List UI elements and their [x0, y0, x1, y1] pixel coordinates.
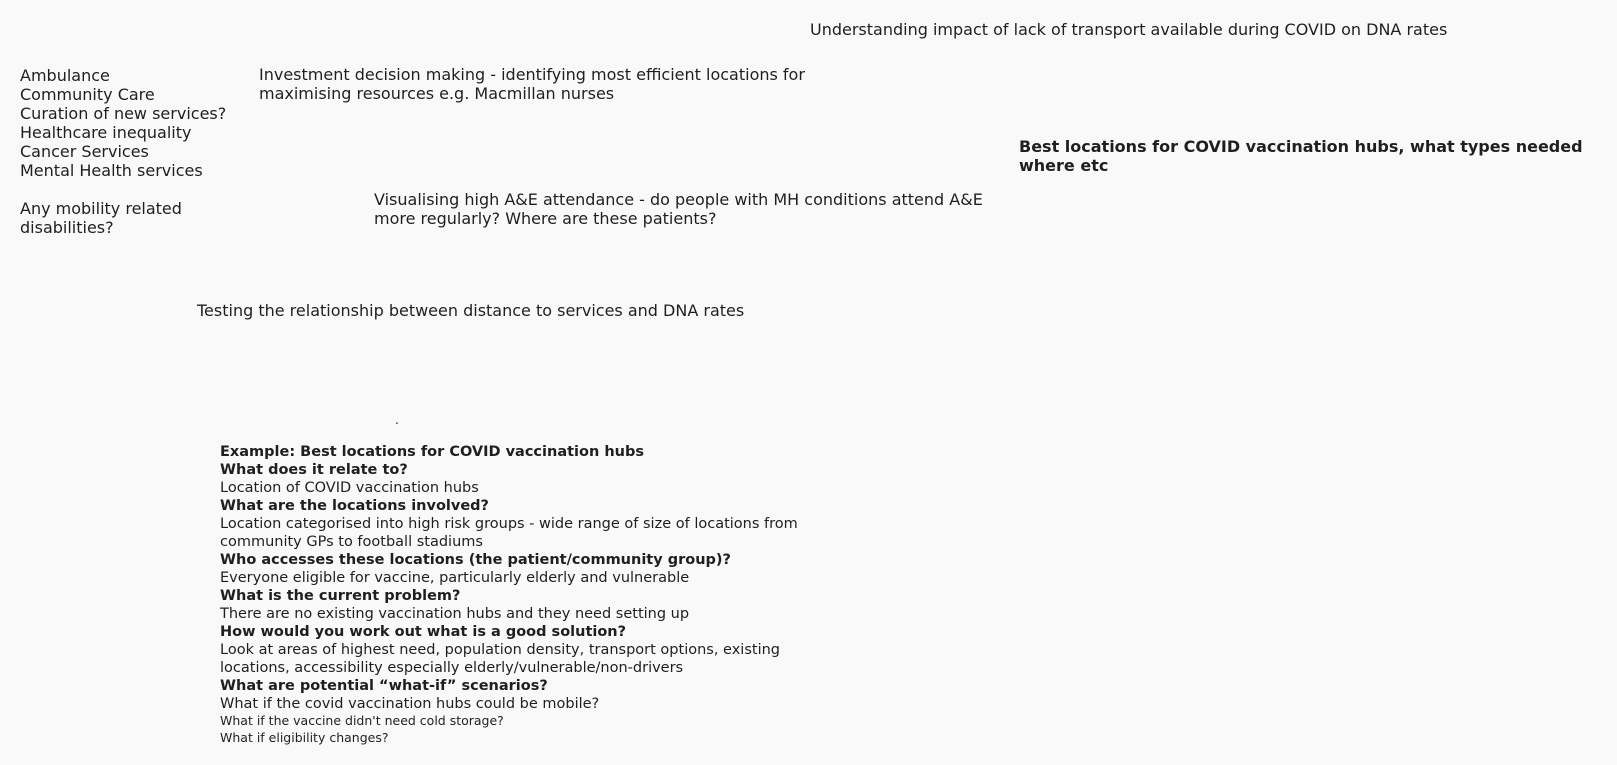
- note-transport-covid-dna: Understanding impact of lack of transpor…: [810, 20, 1448, 39]
- topic-item: Cancer Services: [20, 142, 149, 161]
- example-answer: Location categorised into high risk grou…: [220, 516, 798, 550]
- example-answer: Look at areas of highest need, populatio…: [220, 642, 780, 676]
- example-question: Who accesses these locations (the patien…: [220, 552, 731, 568]
- topics-list: Ambulance Community Care Curation of new…: [20, 66, 226, 180]
- note-investment-decision: Investment decision making - identifying…: [259, 65, 805, 103]
- note-mobility-disabilities: Any mobility related disabilities?: [20, 199, 182, 237]
- example-question: What are potential “what-if” scenarios?: [220, 678, 548, 694]
- example-answer: Location of COVID vaccination hubs: [220, 480, 479, 496]
- note-vaccination-hubs: Best locations for COVID vaccination hub…: [1019, 137, 1583, 175]
- note-distance-dna: Testing the relationship between distanc…: [197, 301, 745, 320]
- example-card: Example: Best locations for COVID vaccin…: [220, 443, 800, 746]
- topic-item: Community Care: [20, 85, 155, 104]
- topic-item: Ambulance: [20, 66, 110, 85]
- example-question: How would you work out what is a good so…: [220, 624, 627, 640]
- example-question: What does it relate to?: [220, 462, 408, 478]
- example-question: What is the current problem?: [220, 588, 461, 604]
- example-answer: What if the vaccine didn't need cold sto…: [220, 713, 504, 728]
- topic-item: Mental Health services: [20, 161, 203, 180]
- topic-item: Healthcare inequality: [20, 123, 192, 142]
- example-answer: Everyone eligible for vaccine, particula…: [220, 570, 690, 586]
- note-high-ae-attendance: Visualising high A&E attendance - do peo…: [374, 190, 983, 228]
- example-title: Example: Best locations for COVID vaccin…: [220, 444, 644, 460]
- example-question: What are the locations involved?: [220, 498, 489, 514]
- stray-dot: .: [395, 413, 399, 427]
- example-answer: There are no existing vaccination hubs a…: [220, 606, 690, 622]
- example-answer: What if eligibility changes?: [220, 729, 389, 745]
- example-answer: What if the covid vaccination hubs could…: [220, 696, 600, 712]
- topic-item: Curation of new services?: [20, 104, 227, 123]
